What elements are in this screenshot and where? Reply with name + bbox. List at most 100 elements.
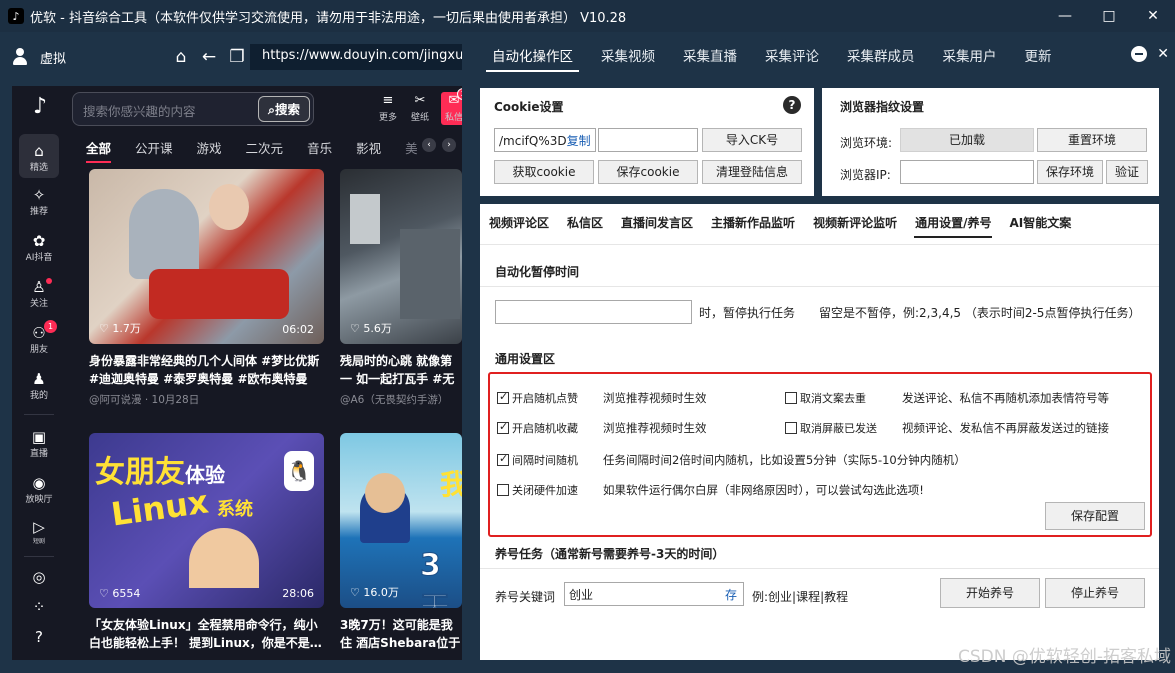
checkbox-checked[interactable]	[497, 420, 509, 434]
friends-icon: ⚇	[32, 324, 46, 342]
random-favorite-checkbox[interactable]: 开启随机收藏	[497, 420, 578, 436]
save-config-button[interactable]: 保存配置	[1045, 502, 1145, 530]
subtab-live-chat[interactable]: 直播间发言区	[612, 204, 702, 242]
dy-tab-anime[interactable]: 二次元	[246, 138, 284, 157]
video-title[interactable]: 「女友体验Linux」全程禁用命令行，纯小白也能轻松上手！ 提到Linux，你是…	[89, 616, 324, 652]
pause-hours-input[interactable]	[495, 300, 692, 324]
start-nurture-button[interactable]: 开始养号	[940, 578, 1040, 608]
tab-collect-group[interactable]: 采集群成员	[833, 32, 929, 82]
thumbnail-caption: 我	[440, 468, 462, 501]
video-title[interactable]: 残局时的心跳 就像第一 如一起打瓦手 #无畏契	[340, 352, 462, 388]
save-cookie-button[interactable]: 保存cookie	[598, 160, 698, 184]
subtab-video-comments[interactable]: 视频评论区	[480, 204, 558, 242]
tab-collect-live[interactable]: 采集直播	[669, 32, 751, 82]
checkbox-unchecked[interactable]	[497, 484, 509, 496]
help-icon[interactable]: ?	[783, 96, 801, 114]
video-card[interactable]: ♡ 1.7万 06:02 身份暴露非常经典的几个人间体 #梦比优斯 #迪迦奥特曼…	[89, 169, 324, 407]
browser-ip-input[interactable]	[900, 160, 1034, 184]
stop-nurture-button[interactable]: 停止养号	[1045, 578, 1145, 608]
checkbox-unchecked[interactable]	[785, 392, 797, 404]
chevron-right-icon[interactable]: ›	[442, 138, 456, 152]
sidebar-item-help[interactable]: ?	[12, 628, 66, 646]
video-thumbnail[interactable]: ♡ 5.6万	[340, 169, 462, 344]
minimize-icon[interactable]: —	[1043, 0, 1087, 32]
close-panel-icon[interactable]: ✕	[1157, 46, 1169, 62]
sidebar-item-live[interactable]: ▣ 直播	[12, 428, 66, 459]
subtab-comment-monitor[interactable]: 视频新评论监听	[804, 204, 906, 242]
sidebar-item-follow[interactable]: ♙ 关注	[12, 278, 66, 309]
video-title[interactable]: 3晚7万！这可能是我住 酒店Shebara位于沙特	[340, 616, 462, 652]
random-like-checkbox[interactable]: 开启随机点赞	[497, 390, 578, 406]
video-thumbnail[interactable]: 我 3天 ♡ 16.0万	[340, 433, 462, 608]
video-thumbnail[interactable]: 女朋友体验 Linux 系统 🐧 ♡ 6554 28:06	[89, 433, 324, 608]
douyin-logo-icon[interactable]: ♪	[27, 94, 53, 120]
subtab-anchor-monitor[interactable]: 主播新作品监听	[702, 204, 804, 242]
clear-login-button[interactable]: 清理登陆信息	[702, 160, 802, 184]
checkbox-checked[interactable]	[497, 390, 509, 404]
tab-update[interactable]: 更新	[1011, 32, 1066, 82]
cookie-value-field[interactable]: /mcifQ%3D复制	[494, 128, 596, 152]
sidebar-item-settings[interactable]: ◎	[12, 568, 66, 586]
messages-button[interactable]: ✉ 私信 2	[441, 88, 462, 125]
play-icon: ▷	[33, 518, 45, 536]
help-icon: ?	[35, 628, 43, 646]
dy-tab-all[interactable]: 全部	[86, 138, 112, 163]
checkbox-checked[interactable]	[497, 452, 509, 466]
sidebar-item-ai[interactable]: ✿ AI抖音	[12, 232, 66, 263]
subtab-private-messages[interactable]: 私信区	[558, 204, 612, 242]
store-keyword-link[interactable]: 存	[725, 586, 737, 603]
dy-tab-beauty[interactable]: 美	[405, 138, 418, 157]
import-ck-button[interactable]: 导入CK号	[702, 128, 802, 152]
video-card[interactable]: 我 3天 ♡ 16.0万 3晚7万！这可能是我住 酒店Shebara位于沙特	[340, 433, 462, 652]
sidebar-item-friends[interactable]: ⚇ 朋友 1	[12, 320, 66, 355]
copy-page-icon[interactable]: ❐	[226, 46, 248, 68]
sidebar-item-shortplay[interactable]: ▷ 短剧	[12, 518, 66, 546]
tab-automation[interactable]: 自动化操作区	[478, 32, 587, 82]
dy-tab-game[interactable]: 游戏	[197, 138, 222, 157]
video-thumbnail[interactable]: ♡ 1.7万 06:02	[89, 169, 324, 344]
get-cookie-button[interactable]: 获取cookie	[494, 160, 594, 184]
settings-area: 视频评论区 私信区 直播间发言区 主播新作品监听 视频新评论监听 通用设置/养号…	[480, 204, 1159, 660]
video-card[interactable]: 女朋友体验 Linux 系统 🐧 ♡ 6554 28:06 「女友体验Linux…	[89, 433, 324, 652]
douyin-search-box[interactable]: 搜索你感兴趣的内容 ⌕搜索	[72, 92, 314, 126]
sidebar-item-recommend[interactable]: ✧ 推荐	[12, 186, 66, 217]
cancel-block-sent-checkbox[interactable]: 取消屏蔽已发送	[785, 420, 877, 436]
tab-collect-users[interactable]: 采集用户	[929, 32, 1011, 82]
cancel-dedup-checkbox[interactable]: 取消文案去重	[785, 390, 866, 406]
checkbox-unchecked[interactable]	[785, 422, 797, 434]
close-icon[interactable]: ✕	[1131, 0, 1175, 32]
url-input[interactable]: https://www.douyin.com/jingxuan	[250, 44, 462, 70]
save-env-button[interactable]: 保存环境	[1037, 160, 1103, 184]
option-desc: 视频评论、发私信不再屏蔽发送过的链接	[902, 421, 1109, 435]
reset-env-button[interactable]: 重置环境	[1037, 128, 1147, 152]
sidebar-item-me[interactable]: ♟ 我的	[12, 370, 66, 401]
back-arrow-icon[interactable]: ←	[198, 46, 220, 68]
nurture-title: 养号任务（通常新号需要养号-3天的时间）	[495, 547, 725, 561]
copy-link[interactable]: 复制	[567, 134, 591, 148]
sidebar-item-more[interactable]: ⁘	[12, 598, 66, 616]
disable-hw-accel-checkbox[interactable]: 关闭硬件加速	[497, 482, 578, 498]
random-interval-checkbox[interactable]: 间隔时间随机	[497, 452, 578, 468]
search-button[interactable]: ⌕搜索	[258, 96, 310, 122]
cookie-settings: Cookie设置 ? /mcifQ%3D复制 导入CK号 获取cookie 保存…	[480, 88, 814, 196]
dy-tab-course[interactable]: 公开课	[135, 138, 173, 157]
dy-tab-music[interactable]: 音乐	[307, 138, 332, 157]
video-card[interactable]: ♡ 5.6万 残局时的心跳 就像第一 如一起打瓦手 #无畏契 @A6（无畏契约手…	[340, 169, 462, 407]
verify-button[interactable]: 验证	[1106, 160, 1148, 184]
cookie-input[interactable]	[598, 128, 698, 152]
subtab-ai-copy[interactable]: AI智能文案	[1000, 204, 1080, 242]
tab-collect-comments[interactable]: 采集评论	[751, 32, 833, 82]
more-button[interactable]: ≡ 更多	[377, 92, 399, 125]
home-icon[interactable]: ⌂	[170, 46, 192, 68]
collapse-icon[interactable]	[1131, 46, 1148, 62]
dy-tab-film[interactable]: 影视	[356, 138, 381, 157]
wallpaper-button[interactable]: ✂ 壁纸	[409, 92, 431, 125]
tab-collect-video[interactable]: 采集视频	[587, 32, 669, 82]
maximize-icon[interactable]: □	[1087, 0, 1131, 32]
chevron-left-icon[interactable]: ‹	[422, 138, 436, 152]
subtab-general-settings[interactable]: 通用设置/养号	[906, 204, 1000, 242]
keyword-input[interactable]: 创业 存	[564, 582, 744, 606]
sidebar-item-cinema[interactable]: ◉ 放映厅	[12, 474, 66, 505]
video-title[interactable]: 身份暴露非常经典的几个人间体 #梦比优斯 #迪迦奥特曼 #泰罗奥特曼 #欧布奥特…	[89, 352, 324, 388]
sidebar-item-featured[interactable]: ⌂ 精选	[12, 134, 66, 178]
